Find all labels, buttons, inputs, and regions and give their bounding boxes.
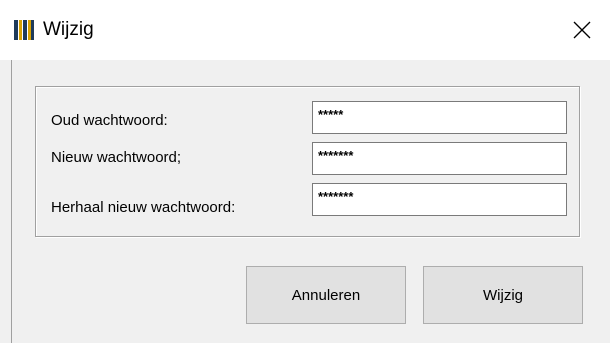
repeat-password-value: ******* (318, 189, 354, 204)
app-bars-icon (13, 19, 35, 41)
window-left-border (11, 60, 12, 343)
cancel-button[interactable]: Annuleren (246, 266, 406, 324)
close-button[interactable] (560, 8, 604, 52)
new-password-label: Nieuw wachtwoord; (51, 149, 182, 166)
new-password-field[interactable]: ******* (312, 142, 567, 175)
new-password-value: ******* (318, 148, 354, 163)
repeat-password-label: Herhaal nieuw wachtwoord: (51, 199, 236, 216)
old-password-field[interactable]: ***** (312, 101, 567, 134)
window-title: Wijzig (43, 19, 94, 40)
dialog-window: Wijzig Oud wachtwoord: ***** Nieuw wacht… (0, 0, 610, 343)
old-password-label: Oud wachtwoord: (51, 112, 168, 129)
wijzig-button[interactable]: Wijzig (423, 266, 583, 324)
old-password-value: ***** (318, 107, 344, 122)
title-bar[interactable]: Wijzig (0, 0, 610, 60)
repeat-password-field[interactable]: ******* (312, 183, 567, 216)
close-icon (573, 21, 591, 39)
